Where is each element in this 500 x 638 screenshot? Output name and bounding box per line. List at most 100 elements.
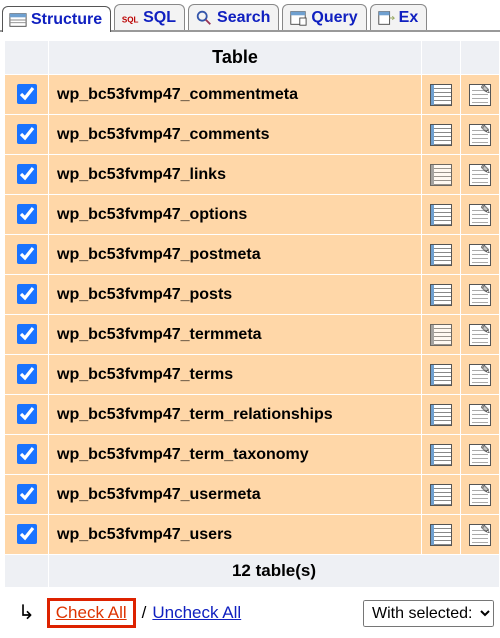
arrow-up-icon: ↳ — [18, 603, 35, 623]
structure-icon[interactable] — [469, 484, 491, 506]
browse-icon[interactable] — [430, 364, 452, 386]
row-table-name[interactable]: wp_bc53fvmp47_options — [49, 195, 422, 235]
row-checkbox-cell — [5, 515, 49, 555]
row-checkbox-cell — [5, 75, 49, 115]
row-action-browse-cell — [422, 75, 461, 115]
row-checkbox[interactable] — [17, 524, 37, 544]
tab-label: Ex — [399, 9, 419, 27]
row-checkbox[interactable] — [17, 404, 37, 424]
browse-icon[interactable] — [430, 524, 452, 546]
table-row: wp_bc53fvmp47_users — [5, 515, 500, 555]
table-row: wp_bc53fvmp47_options — [5, 195, 500, 235]
check-all-highlight: Check All — [47, 598, 136, 628]
row-checkbox[interactable] — [17, 204, 37, 224]
tab-label: SQL — [143, 9, 176, 27]
table-row: wp_bc53fvmp47_usermeta — [5, 475, 500, 515]
col-action-structure — [461, 41, 500, 75]
row-table-name[interactable]: wp_bc53fvmp47_comments — [49, 115, 422, 155]
tab-ex[interactable]: Ex — [370, 4, 428, 30]
structure-icon[interactable] — [469, 164, 491, 186]
row-checkbox[interactable] — [17, 164, 37, 184]
row-table-name[interactable]: wp_bc53fvmp47_usermeta — [49, 475, 422, 515]
row-action-browse-cell — [422, 395, 461, 435]
row-action-browse-cell — [422, 515, 461, 555]
browse-icon[interactable] — [430, 484, 452, 506]
row-table-name[interactable]: wp_bc53fvmp47_links — [49, 155, 422, 195]
row-table-name[interactable]: wp_bc53fvmp47_commentmeta — [49, 75, 422, 115]
row-action-browse-cell — [422, 475, 461, 515]
browse-icon[interactable] — [430, 284, 452, 306]
browse-icon[interactable] — [430, 84, 452, 106]
structure-icon[interactable] — [469, 444, 491, 466]
browse-icon[interactable] — [430, 244, 452, 266]
structure-icon[interactable] — [469, 324, 491, 346]
row-checkbox[interactable] — [17, 84, 37, 104]
table-row: wp_bc53fvmp47_postmeta — [5, 235, 500, 275]
browse-icon[interactable] — [430, 204, 452, 226]
row-checkbox-cell — [5, 355, 49, 395]
tab-query[interactable]: Query — [282, 4, 366, 30]
row-action-browse-cell — [422, 235, 461, 275]
structure-icon[interactable] — [469, 84, 491, 106]
structure-icon[interactable] — [469, 284, 491, 306]
row-table-name[interactable]: wp_bc53fvmp47_term_relationships — [49, 395, 422, 435]
tables-table: Table wp_bc53fvmp47_commentmetawp_bc53fv… — [4, 40, 500, 588]
row-table-name[interactable]: wp_bc53fvmp47_term_taxonomy — [49, 435, 422, 475]
row-checkbox-cell — [5, 195, 49, 235]
tab-search[interactable]: Search — [188, 4, 279, 30]
row-checkbox-cell — [5, 315, 49, 355]
table-row: wp_bc53fvmp47_comments — [5, 115, 500, 155]
check-all-link[interactable]: Check All — [56, 603, 127, 623]
browse-icon[interactable] — [430, 404, 452, 426]
structure-icon[interactable] — [469, 124, 491, 146]
row-table-name[interactable]: wp_bc53fvmp47_postmeta — [49, 235, 422, 275]
footer-spacer — [5, 555, 49, 588]
row-table-name[interactable]: wp_bc53fvmp47_users — [49, 515, 422, 555]
browse-icon[interactable] — [430, 124, 452, 146]
row-checkbox[interactable] — [17, 244, 37, 264]
browse-icon[interactable] — [430, 324, 452, 346]
row-checkbox-cell — [5, 475, 49, 515]
row-action-browse-cell — [422, 155, 461, 195]
row-table-name[interactable]: wp_bc53fvmp47_posts — [49, 275, 422, 315]
tab-label: Search — [217, 9, 270, 27]
table-row: wp_bc53fvmp47_term_relationships — [5, 395, 500, 435]
structure-icon[interactable] — [469, 404, 491, 426]
row-action-structure-cell — [461, 155, 500, 195]
row-action-structure-cell — [461, 115, 500, 155]
row-checkbox[interactable] — [17, 364, 37, 384]
row-action-browse-cell — [422, 195, 461, 235]
row-checkbox[interactable] — [17, 444, 37, 464]
separator-text: / — [142, 603, 147, 623]
tab-label: Query — [311, 9, 357, 27]
row-action-browse-cell — [422, 115, 461, 155]
with-selected-dropdown[interactable]: With selected: — [363, 600, 494, 627]
row-action-structure-cell — [461, 355, 500, 395]
row-table-name[interactable]: wp_bc53fvmp47_terms — [49, 355, 422, 395]
row-action-structure-cell — [461, 195, 500, 235]
row-checkbox[interactable] — [17, 124, 37, 144]
bulk-actions-bar: ↳ Check All / Uncheck All With selected: — [0, 588, 500, 638]
table-row: wp_bc53fvmp47_termmeta — [5, 315, 500, 355]
row-action-structure-cell — [461, 315, 500, 355]
structure-icon[interactable] — [469, 244, 491, 266]
row-checkbox[interactable] — [17, 324, 37, 344]
row-action-structure-cell — [461, 475, 500, 515]
row-checkbox[interactable] — [17, 284, 37, 304]
tab-label: Structure — [31, 11, 102, 29]
structure-icon[interactable] — [469, 204, 491, 226]
row-table-name[interactable]: wp_bc53fvmp47_termmeta — [49, 315, 422, 355]
table-row: wp_bc53fvmp47_commentmeta — [5, 75, 500, 115]
browse-icon[interactable] — [430, 164, 452, 186]
row-action-structure-cell — [461, 435, 500, 475]
tab-sql[interactable]: SQL SQL — [114, 4, 185, 30]
svg-text:SQL: SQL — [122, 16, 139, 25]
structure-icon[interactable] — [469, 524, 491, 546]
row-checkbox[interactable] — [17, 484, 37, 504]
uncheck-all-link[interactable]: Uncheck All — [152, 603, 241, 623]
browse-icon[interactable] — [430, 444, 452, 466]
tab-structure[interactable]: Structure — [2, 6, 111, 32]
row-checkbox-cell — [5, 155, 49, 195]
structure-icon[interactable] — [469, 364, 491, 386]
row-checkbox-cell — [5, 115, 49, 155]
